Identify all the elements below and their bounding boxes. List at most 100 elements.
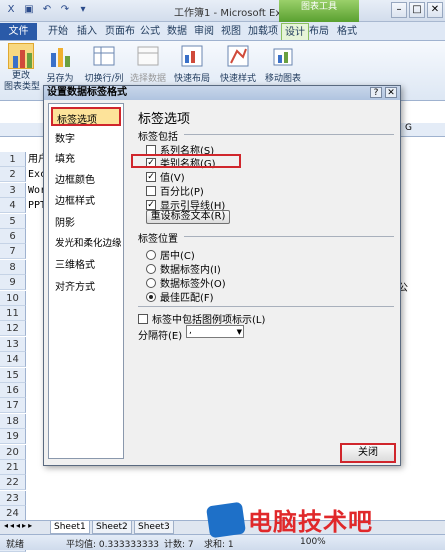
move-chart-button[interactable]: 移动图表 xyxy=(264,43,302,84)
tab-format[interactable]: 格式 xyxy=(334,23,360,40)
sheet-tab-2[interactable]: Sheet2 xyxy=(92,521,132,534)
quick-layout-button[interactable]: 快速布局 xyxy=(172,43,212,84)
help-button[interactable]: ? xyxy=(370,87,382,98)
watermark-logo-icon xyxy=(205,501,247,538)
row-header[interactable]: 13 xyxy=(0,336,26,352)
row-header[interactable]: 21 xyxy=(0,460,26,475)
best-fit-radio[interactable] xyxy=(146,291,156,302)
dialog-close-x-button[interactable]: ✕ xyxy=(385,87,397,98)
row-header[interactable]: 9 xyxy=(0,275,26,291)
row-header[interactable]: 23 xyxy=(0,490,26,506)
row-header[interactable]: 12 xyxy=(0,321,26,337)
status-average: 平均值: 0.333333333 xyxy=(66,540,160,550)
nav-border-style[interactable]: 边框样式 xyxy=(55,192,95,207)
nav-number[interactable]: 数字 xyxy=(55,130,75,145)
row-header[interactable]: 7 xyxy=(0,244,26,260)
tab-file[interactable]: 文件 xyxy=(0,23,37,40)
position-center-option[interactable]: 居中(C) xyxy=(146,247,195,262)
separator-select[interactable]: , ▼ xyxy=(186,325,244,338)
tab-insert[interactable]: 插入 xyxy=(74,23,100,40)
switch-icon xyxy=(91,43,117,69)
row-header[interactable]: 20 xyxy=(0,444,26,460)
row-header[interactable]: 16 xyxy=(0,383,26,398)
row-header[interactable]: 8 xyxy=(0,259,26,275)
position-outside-end-option[interactable]: 数据标签外(O) xyxy=(146,275,226,290)
customize-qat-icon[interactable]: ▾ xyxy=(76,3,90,17)
nav-fill[interactable]: 填充 xyxy=(55,150,75,165)
nav-glow-soft-edges[interactable]: 发光和柔化边缘 xyxy=(55,235,122,249)
tab-page-layout[interactable]: 页面布 xyxy=(102,23,138,40)
row-header[interactable]: 6 xyxy=(0,229,26,244)
tab-formulas[interactable]: 公式 xyxy=(137,23,163,40)
row-header[interactable]: 4 xyxy=(0,198,26,214)
row-header[interactable]: 10 xyxy=(0,290,26,306)
sheet-tab-1[interactable]: Sheet1 xyxy=(50,521,90,534)
percentage-checkbox[interactable] xyxy=(146,185,156,196)
chevron-down-icon: ▼ xyxy=(236,328,242,336)
status-count: 计数: 7 xyxy=(164,540,194,550)
nav-label-options[interactable]: 标签选项 xyxy=(51,107,121,126)
tab-review[interactable]: 审阅 xyxy=(191,23,217,40)
inside-end-radio[interactable] xyxy=(146,263,156,274)
row-header[interactable]: 17 xyxy=(0,398,26,414)
row-header[interactable]: 11 xyxy=(0,306,26,321)
highlight-category-name xyxy=(131,154,241,168)
row-header[interactable]: 14 xyxy=(0,352,26,368)
row-header[interactable]: 2 xyxy=(0,167,26,183)
tab-layout[interactable]: 布局 xyxy=(306,23,332,40)
row-header[interactable]: 22 xyxy=(0,475,26,491)
redo-icon[interactable]: ↷ xyxy=(58,3,72,17)
percentage-option[interactable]: 百分比(P) xyxy=(146,183,204,198)
row-header[interactable]: 5 xyxy=(0,213,26,229)
undo-icon[interactable]: ↶ xyxy=(40,3,54,17)
close-window-button[interactable]: ✕ xyxy=(427,2,443,18)
row-header[interactable]: 18 xyxy=(0,413,26,429)
value-option[interactable]: ✓ 值(V) xyxy=(146,169,185,184)
nav-3d-format[interactable]: 三维格式 xyxy=(55,256,95,271)
tab-design[interactable]: 设计 xyxy=(281,23,309,40)
row-header[interactable]: 15 xyxy=(0,367,26,383)
status-ready: 就绪 xyxy=(6,540,25,550)
style-icon xyxy=(225,43,251,69)
leader-lines-checkbox[interactable]: ✓ xyxy=(146,199,156,210)
row-header[interactable]: 1 xyxy=(0,152,26,167)
divider xyxy=(184,236,394,237)
divider xyxy=(138,306,394,307)
tab-addins[interactable]: 加载项 xyxy=(245,23,281,40)
legend-key-checkbox[interactable] xyxy=(138,313,148,324)
quick-style-button[interactable]: 快速样式 xyxy=(218,43,258,84)
excel-icon[interactable]: X xyxy=(4,3,18,17)
title-bar: X ▣ ↶ ↷ ▾ 工作簿1 - Microsoft Excel 图表工具 – … xyxy=(0,0,445,22)
row-header[interactable]: 24 xyxy=(0,506,26,522)
reset-label-text-button[interactable]: 重设标签文本(R) xyxy=(146,210,230,224)
position-best-fit-option[interactable]: 最佳匹配(F) xyxy=(146,289,214,304)
switch-row-column-button[interactable]: 切换行/列 xyxy=(82,43,126,84)
tab-view[interactable]: 视图 xyxy=(218,23,244,40)
nav-alignment[interactable]: 对齐方式 xyxy=(55,278,95,293)
save-as-template-button[interactable]: 另存为 xyxy=(44,43,76,84)
minimize-button[interactable]: – xyxy=(391,2,407,18)
value-checkbox[interactable]: ✓ xyxy=(146,171,156,182)
maximize-button[interactable]: □ xyxy=(409,2,425,18)
sheet-tab-3[interactable]: Sheet3 xyxy=(134,521,174,534)
nav-border-color[interactable]: 边框颜色 xyxy=(55,171,95,186)
change-chart-type-button[interactable]: 更改 图表类型 xyxy=(4,43,40,93)
close-button[interactable]: 关闭 xyxy=(340,443,396,463)
tab-home[interactable]: 开始 xyxy=(45,23,71,40)
tab-data[interactable]: 数据 xyxy=(164,23,190,40)
row-header[interactable]: 19 xyxy=(0,429,26,445)
dialog-nav-list: 标签选项 数字 填充 边框颜色 边框样式 阴影 发光和柔化边缘 三维格式 对齐方… xyxy=(48,103,124,459)
legend-key-option[interactable]: 标签中包括图例项标示(L) xyxy=(138,311,265,326)
save-icon[interactable]: ▣ xyxy=(22,3,36,17)
sheet-nav-arrows-icon[interactable]: ◂◂◂▸▸ xyxy=(4,521,34,530)
select-data-button[interactable]: 选择数据 xyxy=(128,43,168,84)
position-inside-end-option[interactable]: 数据标签内(I) xyxy=(146,261,221,276)
table-icon xyxy=(135,43,161,69)
center-radio[interactable] xyxy=(146,249,156,260)
outside-end-radio[interactable] xyxy=(146,277,156,288)
watermark-text: 电脑技术吧 xyxy=(248,508,373,536)
zoom-level[interactable]: 100% xyxy=(300,537,326,547)
nav-shadow[interactable]: 阴影 xyxy=(55,214,75,229)
series-name-checkbox[interactable] xyxy=(146,144,156,155)
row-header[interactable]: 3 xyxy=(0,182,26,198)
